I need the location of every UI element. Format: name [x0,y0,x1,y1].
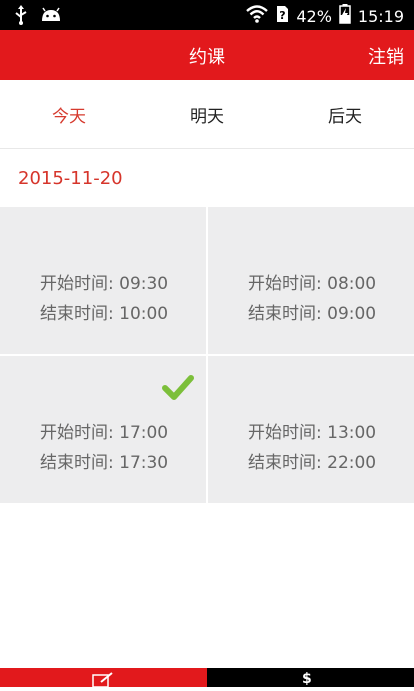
slot-start-time: 开始时间: 09:30 [40,274,169,294]
app-bar: 约课 注销 [0,30,414,80]
sim-icon: ? [275,5,289,27]
bottom-nav-payment[interactable]: $ [207,668,414,687]
time-slot-card[interactable]: 开始时间: 08:00 结束时间: 09:00 [208,207,414,354]
tab-today[interactable]: 今天 [0,80,138,148]
slot-end-time: 结束时间: 17:30 [40,453,169,473]
status-bar: ? 42% 15:19 [0,0,414,30]
page-title: 约课 [189,47,225,68]
slot-end-time: 结束时间: 10:00 [40,304,169,324]
time-slot-grid: 开始时间: 09:30 结束时间: 10:00 开始时间: 08:00 结束时间… [0,207,414,503]
slot-end-time: 结束时间: 22:00 [248,453,377,473]
slot-start-time: 开始时间: 13:00 [248,423,377,443]
slot-end-time: 结束时间: 09:00 [248,304,377,324]
day-tabs: 今天 明天 后天 [0,80,414,149]
android-icon [40,7,62,27]
svg-text:?: ? [280,9,286,22]
time-slot-card[interactable]: 开始时间: 09:30 结束时间: 10:00 [0,207,206,354]
edit-icon [92,672,114,691]
battery-text: 42% [296,6,332,26]
tab-day-after-tomorrow[interactable]: 后天 [276,80,414,148]
selected-date: 2015-11-20 [18,168,123,189]
usb-icon [14,5,28,29]
time-slot-card[interactable]: 开始时间: 13:00 结束时间: 22:00 [208,356,414,503]
grid-divider-horizontal [0,354,414,356]
bottom-nav: $ [0,668,414,688]
tab-tomorrow[interactable]: 明天 [138,80,276,148]
battery-icon [339,4,351,28]
dollar-icon: $ [302,671,312,687]
bottom-nav-edit[interactable] [0,668,207,688]
slot-start-time: 开始时间: 17:00 [40,423,169,443]
checkmark-icon [162,374,194,402]
logout-button[interactable]: 注销 [368,43,404,69]
slot-start-time: 开始时间: 08:00 [248,274,377,294]
wifi-icon [246,5,269,27]
clock-time: 15:19 [357,6,404,26]
time-slot-card[interactable]: 开始时间: 17:00 结束时间: 17:30 [0,356,206,503]
